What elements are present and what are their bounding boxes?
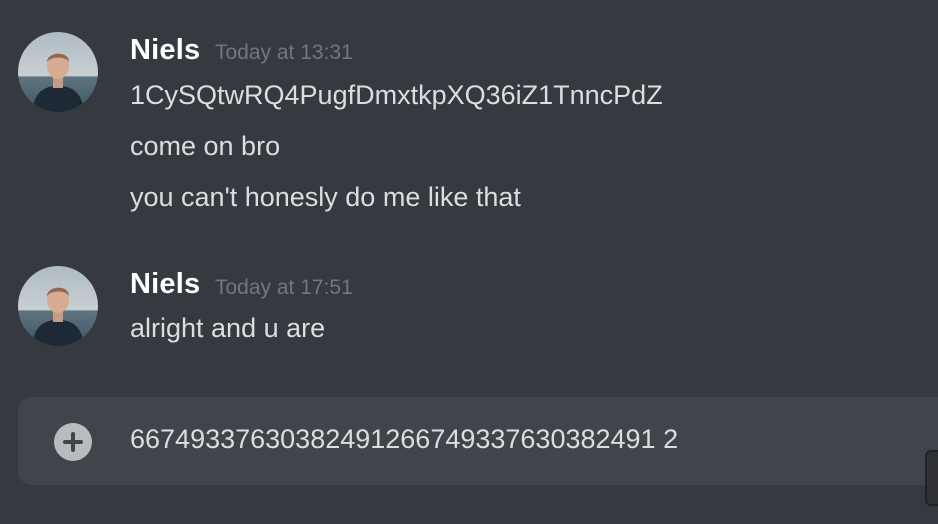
message-group: Niels Today at 17:51 alright and u are	[0, 0, 938, 360]
message-composer[interactable]: 66749337630382491266749337630382491 2	[18, 397, 938, 485]
message-text: alright and u are	[130, 313, 326, 343]
scrollbar-handle[interactable]	[925, 450, 938, 506]
plus-circle-icon[interactable]	[54, 423, 92, 461]
user-avatar[interactable]	[18, 266, 98, 346]
message-author[interactable]: Niels	[130, 270, 200, 299]
message-timestamp: Today at 17:51	[215, 276, 353, 299]
message-input[interactable]: 66749337630382491266749337630382491 2	[130, 426, 678, 453]
avatar-photo-icon	[18, 266, 98, 346]
